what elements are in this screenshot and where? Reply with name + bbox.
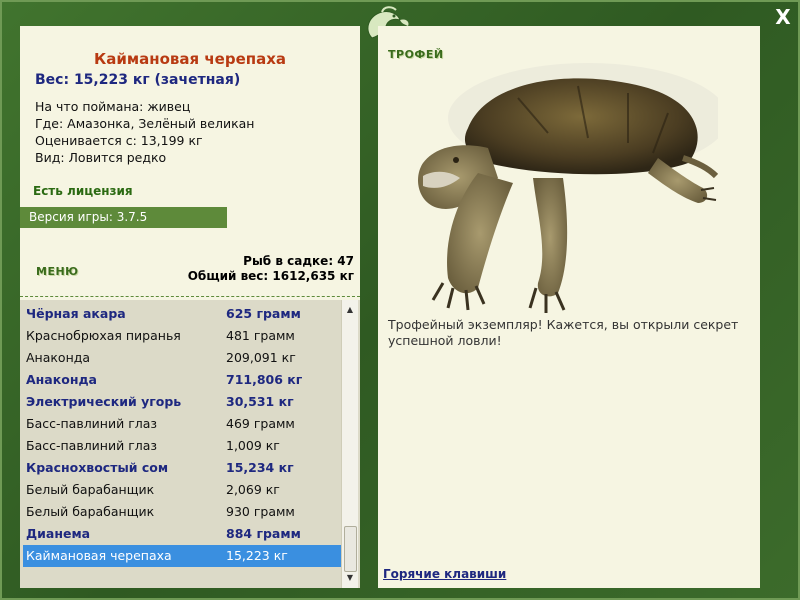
- right-panel: ТРОФЕЙ Трофейный экземпляр! Кажется, вы …: [378, 26, 760, 588]
- catch-fish-weight: 625 грамм: [226, 306, 301, 321]
- catch-list-item[interactable]: Басс-павлиний глаз 469 грамм: [23, 413, 341, 435]
- trophy-label: ТРОФЕЙ: [388, 48, 444, 61]
- catch-list-item[interactable]: Краснохвостый сом 15,234 кг: [23, 457, 341, 479]
- snapping-turtle-image: [418, 63, 718, 313]
- catch-fish-weight: 15,223 кг: [226, 548, 288, 563]
- version-label: Версия игры: 3.7.5: [29, 210, 148, 224]
- info-location: Где: Амазонка, Зелёный великан: [35, 116, 255, 131]
- catch-fish-weight: 209,091 кг: [226, 350, 296, 365]
- fish-info: На что поймана: живец Где: Амазонка, Зел…: [35, 98, 254, 166]
- catch-fish-name: Каймановая черепаха: [26, 548, 172, 563]
- left-panel: Каймановая черепаха Вес: 15,223 кг (заче…: [20, 26, 360, 588]
- catch-list-item[interactable]: Белый барабанщик 2,069 кг: [23, 479, 341, 501]
- trophy-description: Трофейный экземпляр! Кажется, вы открыли…: [388, 317, 739, 348]
- catch-fish-name: Дианема: [26, 526, 91, 541]
- catch-fish-name: Басс-павлиний глаз: [26, 438, 158, 453]
- catch-list-item[interactable]: Каймановая черепаха 15,223 кг: [23, 545, 341, 567]
- catch-fish-weight: 2,069 кг: [226, 482, 280, 497]
- info-rarity: Вид: Ловится редко: [35, 150, 167, 165]
- catch-list-item[interactable]: Анаконда 209,091 кг: [23, 347, 341, 369]
- catch-list-item[interactable]: Электрический угорь 30,531 кг: [23, 391, 341, 413]
- catch-fish-weight: 1,009 кг: [226, 438, 280, 453]
- list-scrollbar[interactable]: ▲ ▼: [341, 300, 358, 588]
- catch-fish-weight: 884 грамм: [226, 526, 301, 541]
- catch-fish-name: Краснохвостый сом: [26, 460, 169, 475]
- total-weight: Общий вес: 1612,635 кг: [187, 269, 354, 283]
- catch-fish-name: Чёрная акара: [26, 306, 126, 321]
- catch-stats: Рыб в садке: 47 Общий вес: 1612,635 кг: [188, 254, 354, 284]
- info-bait: На что поймана: живец: [35, 99, 191, 114]
- hotkeys-link[interactable]: Горячие клавиши: [383, 567, 506, 581]
- catch-list-item[interactable]: Анаконда 711,806 кг: [23, 369, 341, 391]
- catch-fish-weight: 15,234 кг: [226, 460, 294, 475]
- catch-fish-weight: 30,531 кг: [226, 394, 294, 409]
- catch-fish-name: Белый барабанщик: [26, 482, 155, 497]
- fish-count: Рыб в садке: 47: [243, 254, 354, 268]
- scroll-down-icon[interactable]: ▼: [342, 570, 358, 586]
- license-status: Есть лицензия: [33, 184, 133, 198]
- catch-list-item[interactable]: Белый барабанщик 930 грамм: [23, 501, 341, 523]
- version-bar: Версия игры: 3.7.5: [20, 207, 227, 228]
- scroll-up-icon[interactable]: ▲: [342, 302, 358, 318]
- catch-fish-weight: 481 грамм: [226, 328, 295, 343]
- catch-fish-weight: 930 грамм: [226, 504, 295, 519]
- catch-list-item[interactable]: Чёрная акара 625 грамм: [23, 303, 341, 325]
- catch-fish-name: Белый барабанщик: [26, 504, 155, 519]
- fish-weight: Вес: 15,223 кг (зачетная): [35, 72, 241, 88]
- divider: [20, 296, 360, 297]
- catch-list-item[interactable]: Краснобрюхая пиранья 481 грамм: [23, 325, 341, 347]
- close-button[interactable]: X: [772, 6, 794, 28]
- catch-fish-name: Анаконда: [26, 372, 97, 387]
- catch-fish-name: Басс-павлиний глаз: [26, 416, 158, 431]
- catch-fish-weight: 469 грамм: [226, 416, 295, 431]
- catch-list-item[interactable]: Басс-павлиний глаз 1,009 кг: [23, 435, 341, 457]
- catch-fish-name: Анаконда: [26, 350, 91, 365]
- menu-button[interactable]: МЕНЮ: [36, 265, 79, 278]
- scroll-thumb[interactable]: [344, 526, 357, 572]
- info-threshold: Оценивается с: 13,199 кг: [35, 133, 203, 148]
- fish-title: Каймановая черепаха: [93, 50, 287, 68]
- catch-fish-name: Электрический угорь: [26, 394, 182, 409]
- game-window-frame: X Каймановая черепаха Вес: 15,223 кг (за…: [0, 0, 800, 600]
- catch-fish-weight: 711,806 кг: [226, 372, 303, 387]
- catch-list-item[interactable]: Дианема 884 грамм: [23, 523, 341, 545]
- catch-fish-name: Краснобрюхая пиранья: [26, 328, 181, 343]
- catch-list-rows: Чёрная акара 625 грамм Краснобрюхая пирань…: [23, 303, 341, 567]
- catch-list: Чёрная акара 625 грамм Краснобрюхая пирань…: [20, 300, 360, 588]
